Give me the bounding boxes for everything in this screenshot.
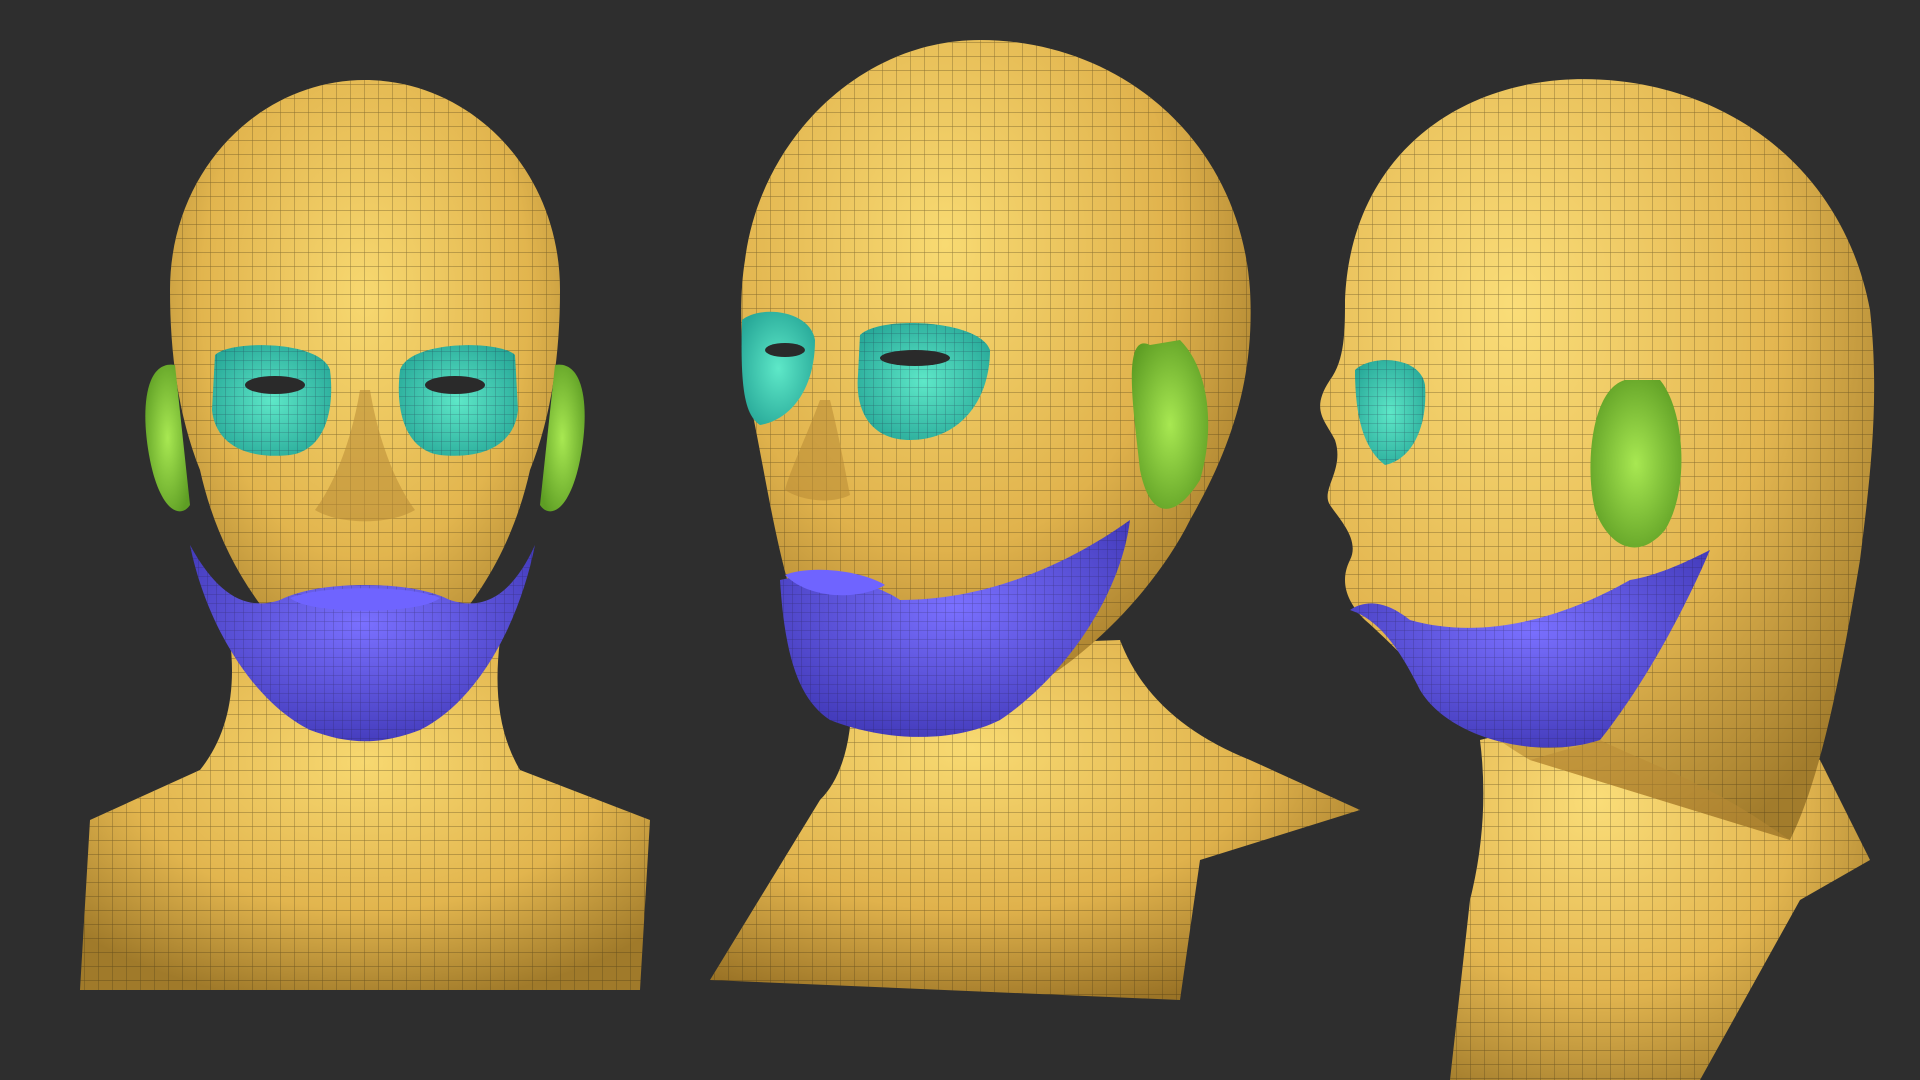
mid-eye-right <box>880 350 950 366</box>
front-eye-right <box>425 376 485 394</box>
mid-eye-left <box>765 343 805 357</box>
viewport <box>0 0 1920 1080</box>
side-view-head <box>1320 79 1875 1080</box>
front-eye-left <box>245 376 305 394</box>
head-models-render <box>80 40 1875 1080</box>
front-view-head <box>80 80 650 990</box>
three-quarter-view-head <box>710 40 1360 1000</box>
side-ear <box>1590 380 1682 548</box>
